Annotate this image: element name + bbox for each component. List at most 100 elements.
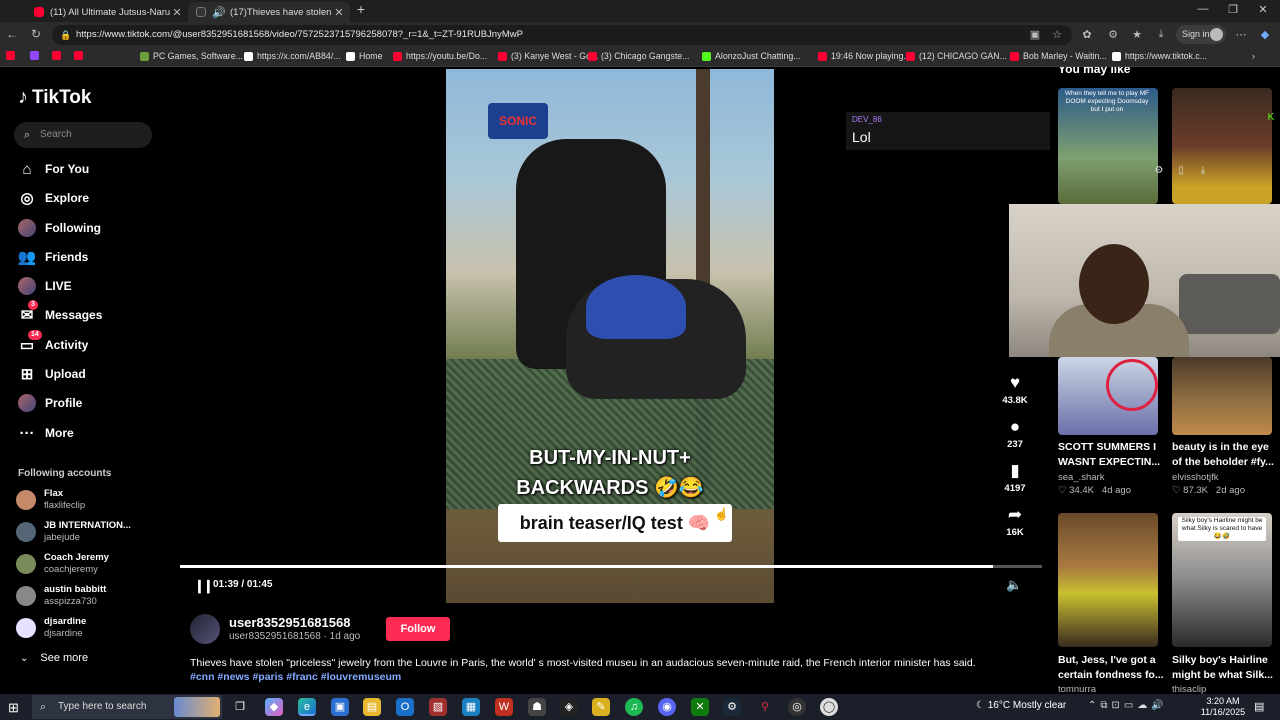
refresh-icon[interactable]: ↻: [28, 27, 44, 41]
browser-tab-naruto[interactable]: (11) All Ultimate Jutsus-Naruto U ✕: [26, 2, 188, 22]
app-icon-blue[interactable]: ▦: [462, 698, 480, 716]
close-tab-icon[interactable]: ✕: [332, 6, 346, 19]
following-account-item[interactable]: djsardine djsardine: [16, 615, 86, 641]
recommended-thumb-2[interactable]: [1172, 88, 1272, 204]
notifications-icon[interactable]: ▤: [1254, 700, 1264, 713]
close-tab-icon[interactable]: ✕: [170, 6, 184, 19]
following-account-item[interactable]: austin babbitt asspizza730: [16, 583, 106, 609]
settings-more-icon[interactable]: ⋯: [1234, 28, 1248, 41]
sidebar-item-explore[interactable]: ◎ Explore: [18, 187, 89, 209]
app-icon-white[interactable]: ◯: [820, 698, 838, 716]
stream-settings-icon[interactable]: ⚙: [1152, 165, 1166, 176]
recommended-user-2[interactable]: elvisshotjfk: [1172, 472, 1218, 483]
browser-tab-tiktok[interactable]: 🔊 (17)Thieves have stolen "pric ✕: [188, 2, 350, 22]
stream-phone-icon[interactable]: ▯: [1174, 165, 1188, 176]
app-available-icon[interactable]: ▣: [1028, 28, 1042, 41]
steam-icon[interactable]: ⚙: [723, 698, 741, 716]
recommended-thumb-5[interactable]: [1058, 513, 1158, 647]
bookmark-action[interactable]: ▮ 4197: [998, 461, 1032, 494]
spotify-icon[interactable]: ♫: [625, 698, 643, 716]
recommended-title-4[interactable]: Silky boy's Hairline might be what Silk.…: [1172, 653, 1278, 683]
recommended-thumb-3[interactable]: [1058, 357, 1158, 435]
weather-widget[interactable]: ☾ 16°C Mostly clear: [976, 700, 1066, 711]
video-frame[interactable]: SONIC BUT-MY-IN-NUT+ BACKWARDS 🤣😂 brain …: [446, 69, 774, 603]
bookmark-item[interactable]: 19:46 Now playing...: [818, 51, 911, 61]
bookmark-item[interactable]: [30, 51, 43, 60]
extensions-icon[interactable]: ✿: [1080, 28, 1094, 41]
sidebar-item-upload[interactable]: ⊞ Upload: [18, 363, 86, 385]
app-icon-logo[interactable]: ◈: [560, 698, 578, 716]
recommended-thumb-1[interactable]: When they tell me to play MF DOOM expect…: [1058, 88, 1158, 204]
stream-kick-icon[interactable]: K: [1264, 112, 1278, 123]
discord-icon[interactable]: ◉: [658, 698, 676, 716]
heart-action[interactable]: ♥ 43.8K: [998, 373, 1032, 406]
bookmark-item[interactable]: (3) Kanye West - Go...: [498, 51, 598, 61]
copilot-app-icon[interactable]: ◆: [265, 698, 283, 716]
comment-action[interactable]: ● 237: [998, 417, 1032, 450]
minimize-window-button[interactable]: —: [1188, 3, 1218, 15]
recommended-title-2[interactable]: beauty is in the eye of the beholder #fy…: [1172, 440, 1278, 470]
bookmark-item[interactable]: (3) Chicago Gangste...: [588, 51, 690, 61]
bookmarks-overflow-chevron-icon[interactable]: ›: [1252, 51, 1255, 61]
close-window-button[interactable]: ✕: [1248, 3, 1278, 16]
new-tab-button[interactable]: +: [346, 1, 376, 17]
bookmark-item[interactable]: https://www.tiktok.c...: [1112, 51, 1207, 61]
recommended-title-3[interactable]: But, Jess, I've got a certain fondness f…: [1058, 653, 1164, 683]
author-avatar[interactable]: [190, 614, 220, 644]
sidebar-item-for-you[interactable]: ⌂ For You: [18, 158, 89, 180]
follow-button[interactable]: Follow: [386, 617, 450, 641]
pause-icon[interactable]: ❙❙: [194, 578, 214, 594]
sidebar-item-following[interactable]: Following: [18, 217, 101, 239]
video-progress-bar[interactable]: [180, 565, 1042, 568]
copilot-tools-icon[interactable]: ⚙: [1106, 28, 1120, 41]
search-input[interactable]: ⌕ Search: [14, 122, 152, 148]
back-icon[interactable]: ←: [4, 27, 20, 41]
bookmark-item[interactable]: (12) CHICAGO GAN...: [906, 51, 1007, 61]
recommended-user-1[interactable]: sea_.shark: [1058, 472, 1104, 483]
following-account-item[interactable]: JB INTERNATION... jabejude: [16, 519, 131, 545]
system-tray-icons[interactable]: ⌃⧉⊡▭☁🔊: [1088, 700, 1168, 711]
recommended-title-1[interactable]: SCOTT SUMMERS I WASNT EXPECTIN...: [1058, 440, 1164, 470]
sidebar-item-live[interactable]: LIVE: [18, 275, 72, 297]
outlook-icon[interactable]: O: [396, 698, 414, 716]
maximize-window-button[interactable]: ❐: [1218, 3, 1248, 16]
sidebar-item-more[interactable]: ··· More: [18, 422, 74, 444]
speaker-icon[interactable]: 🔊: [212, 6, 226, 19]
copilot-icon[interactable]: ◆: [1258, 28, 1272, 41]
bookmark-item[interactable]: AlonzoJust Chatting...: [702, 51, 801, 61]
bookmark-item[interactable]: Home: [346, 51, 382, 61]
share-action[interactable]: ➦ 16K: [998, 505, 1032, 538]
tiktok-logo[interactable]: ♪ TikTok: [18, 86, 91, 109]
maps-pin-icon[interactable]: ⚲: [756, 698, 774, 716]
app-icon-game[interactable]: W: [495, 698, 513, 716]
site-info-icon[interactable]: 🔒: [60, 25, 71, 45]
sidebar-item-friends[interactable]: 👥 Friends: [18, 246, 89, 268]
windows-start-icon[interactable]: ⊞: [8, 700, 19, 716]
following-account-item[interactable]: Coach Jeremy coachjeremy: [16, 551, 109, 577]
favorites-icon[interactable]: ★: [1130, 28, 1144, 41]
app-icon-circle[interactable]: ◎: [788, 698, 806, 716]
bookmark-item[interactable]: Bob Marley - Waitin...: [1010, 51, 1107, 61]
description-hashtags[interactable]: #cnn #news #paris #franc #louvremuseum: [190, 670, 1040, 684]
xbox-icon[interactable]: ✕: [691, 698, 709, 716]
bookmark-item[interactable]: [74, 51, 87, 60]
author-username[interactable]: user8352951681568: [229, 615, 350, 630]
sidebar-item-messages[interactable]: ✉ 3 Messages: [18, 300, 102, 326]
recommended-user-4[interactable]: thisaclip: [1172, 684, 1206, 694]
favorite-star-icon[interactable]: ☆: [1050, 28, 1064, 41]
task-view-icon[interactable]: ❐: [231, 698, 249, 716]
bookmark-item[interactable]: PC Games, Software...: [140, 51, 243, 61]
app-icon-dark[interactable]: ☗: [528, 698, 546, 716]
app-icon-red[interactable]: ▧: [429, 698, 447, 716]
file-explorer-icon[interactable]: ▤: [363, 698, 381, 716]
recommended-thumb-6[interactable]: Silky boy's Hairline might be what Silky…: [1172, 513, 1272, 647]
sign-in-button[interactable]: Sign in: [1176, 25, 1226, 44]
bookmark-item[interactable]: https://x.com/AB84/...: [244, 51, 341, 61]
see-more-button[interactable]: ⌄ See more: [20, 652, 88, 664]
sidebar-item-profile[interactable]: Profile: [18, 392, 82, 414]
volume-icon[interactable]: 🔈: [1006, 577, 1022, 593]
url-bar[interactable]: 🔒 https://www.tiktok.com/@user8352951681…: [52, 25, 1072, 45]
recommended-user-3[interactable]: tomnurra: [1058, 684, 1096, 694]
following-account-item[interactable]: Flax flaxlifeclip: [16, 487, 85, 513]
sidebar-item-activity[interactable]: ▭ 14 Activity: [18, 330, 88, 356]
